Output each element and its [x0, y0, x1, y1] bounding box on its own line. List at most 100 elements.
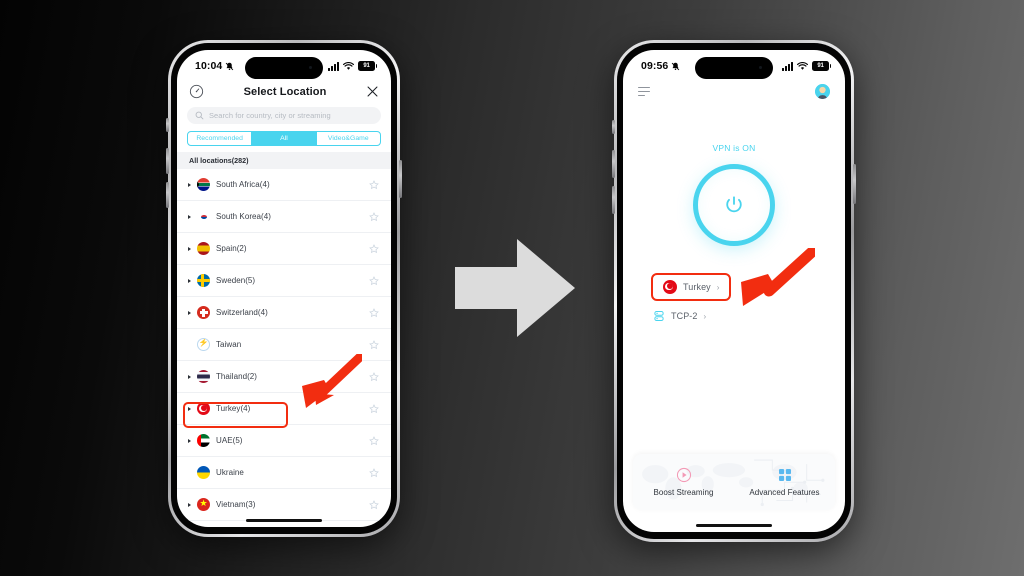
search-icon — [195, 111, 204, 120]
expand-caret-icon[interactable] — [188, 278, 191, 283]
volume-up-button-left[interactable] — [166, 148, 169, 174]
flag-icon-th — [197, 370, 210, 383]
boost-streaming-action[interactable]: Boost Streaming — [633, 454, 734, 510]
advanced-features-action[interactable]: Advanced Features — [734, 454, 835, 510]
expand-caret-icon[interactable] — [188, 406, 191, 411]
expand-caret-icon[interactable] — [188, 246, 191, 251]
tab-video-game[interactable]: Video&Game — [315, 132, 380, 145]
grid-squares-icon — [777, 467, 793, 483]
star-outline-icon[interactable] — [369, 179, 379, 190]
cellular-signal-icon — [782, 61, 793, 71]
home-indicator-left — [246, 518, 322, 522]
star-outline-icon[interactable] — [369, 339, 379, 350]
location-header: Select Location — [177, 80, 391, 105]
star-outline-icon[interactable] — [369, 467, 379, 478]
list-item[interactable]: Ukraine — [177, 457, 391, 489]
list-item-label: Spain(2) — [216, 244, 247, 253]
vpn-status-label: VPN is ON — [712, 143, 756, 153]
list-item-label: Switzerland(4) — [216, 308, 268, 317]
power-button-wrap — [623, 164, 845, 246]
expand-caret-icon[interactable] — [188, 182, 191, 187]
list-item[interactable]: UAE(5) — [177, 425, 391, 457]
flag-icon-es — [197, 242, 210, 255]
hamburger-menu-icon[interactable] — [638, 86, 650, 97]
protocol-chip[interactable]: TCP-2 › — [653, 308, 706, 324]
list-item-label: South Korea(4) — [216, 212, 271, 221]
star-outline-icon[interactable] — [369, 403, 379, 414]
flag-icon-se — [197, 274, 210, 287]
bell-slash-icon — [671, 62, 680, 71]
action-button-right[interactable] — [612, 120, 615, 134]
list-item-label: UAE(5) — [216, 436, 243, 445]
flag-icon-vn — [197, 498, 210, 511]
volume-down-button-right[interactable] — [612, 186, 615, 214]
search-input[interactable]: Search for country, city or streaming — [187, 107, 381, 124]
action-button-left[interactable] — [166, 118, 169, 132]
list-item[interactable]: Vietnam(3) — [177, 489, 391, 521]
flag-icon-tr — [197, 402, 210, 415]
speedometer-icon[interactable] — [189, 84, 204, 99]
wifi-icon — [797, 61, 808, 71]
dynamic-island-right — [695, 57, 773, 79]
list-item-label: Ukraine — [216, 468, 244, 477]
list-item[interactable]: South Africa(4) — [177, 169, 391, 201]
list-item-label: Taiwan — [216, 340, 242, 349]
power-button-left[interactable] — [399, 160, 402, 198]
volume-up-button-right[interactable] — [612, 150, 615, 178]
flag-icon-kr — [197, 210, 210, 223]
chevron-right-icon: › — [716, 282, 720, 292]
star-outline-icon[interactable] — [369, 243, 379, 254]
dynamic-island-left — [245, 57, 323, 79]
tab-recommended[interactable]: Recommended — [188, 132, 251, 145]
flag-icon-ae — [197, 434, 210, 447]
wifi-icon — [343, 61, 354, 71]
step-arrow-icon — [455, 239, 575, 337]
bell-slash-icon — [225, 62, 234, 71]
star-outline-icon[interactable] — [369, 435, 379, 446]
phone-left: 10:04 91 Select Location Search for coun… — [166, 40, 402, 537]
status-time-right: 09:56 — [641, 60, 669, 72]
expand-caret-icon[interactable] — [188, 310, 191, 315]
chevron-right-icon: › — [703, 311, 707, 321]
power-icon — [726, 196, 742, 213]
boost-streaming-label: Boost Streaming — [653, 488, 714, 497]
star-outline-icon[interactable] — [369, 275, 379, 286]
list-item-label: Sweden(5) — [216, 276, 256, 285]
selected-server-chip[interactable]: Turkey › — [651, 273, 732, 301]
battery-indicator-right: 91 — [812, 61, 831, 71]
all-locations-header: All locations(282) — [177, 152, 391, 169]
list-item[interactable]: Sweden(5) — [177, 265, 391, 297]
tab-all[interactable]: All — [251, 132, 316, 145]
flag-icon-tw — [197, 338, 210, 351]
star-outline-icon[interactable] — [369, 371, 379, 382]
power-button-right[interactable] — [853, 164, 856, 204]
list-item[interactable]: Switzerland(4) — [177, 297, 391, 329]
star-outline-icon[interactable] — [369, 211, 379, 222]
user-avatar-icon[interactable] — [815, 84, 830, 99]
server-stack-icon — [653, 310, 665, 322]
flag-icon-za — [197, 178, 210, 191]
expand-caret-icon[interactable] — [188, 438, 191, 443]
play-circle-icon — [676, 467, 692, 483]
list-item[interactable]: Spain(2) — [177, 233, 391, 265]
left-phone-screen: 10:04 91 Select Location Search for coun… — [177, 50, 391, 527]
bottom-actions-card: Boost Streaming Advanced Features — [633, 454, 835, 510]
star-outline-icon[interactable] — [369, 307, 379, 318]
expand-caret-icon[interactable] — [188, 214, 191, 219]
star-outline-icon[interactable] — [369, 499, 379, 510]
red-pointer-arrow-right — [741, 248, 815, 306]
expand-caret-icon[interactable] — [188, 502, 191, 507]
list-item[interactable]: South Korea(4) — [177, 201, 391, 233]
expand-caret-icon[interactable] — [188, 374, 191, 379]
vpn-power-toggle[interactable] — [693, 164, 775, 246]
page-title: Select Location — [243, 85, 327, 98]
close-icon[interactable] — [366, 85, 379, 98]
search-placeholder: Search for country, city or streaming — [209, 111, 331, 120]
status-time-left: 10:04 — [195, 60, 223, 72]
battery-indicator-left: 91 — [358, 61, 377, 71]
red-pointer-arrow-left — [302, 354, 362, 408]
list-item-label: Vietnam(3) — [216, 500, 256, 509]
home-indicator-right — [696, 523, 772, 527]
location-tabs: Recommended All Video&Game — [187, 131, 381, 146]
volume-down-button-left[interactable] — [166, 182, 169, 208]
